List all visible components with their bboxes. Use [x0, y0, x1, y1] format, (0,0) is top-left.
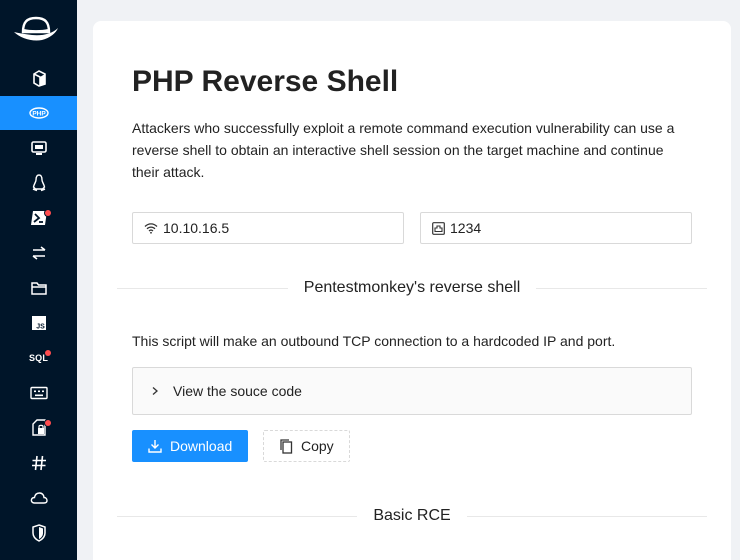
- divider-line-left: [117, 287, 288, 289]
- section-heading: Pentestmonkey's reverse shell: [303, 279, 521, 296]
- ip-input-wrapper[interactable]: [132, 212, 404, 244]
- sidebar: PHP JS SQL: [0, 0, 77, 560]
- sidebar-item-php[interactable]: PHP: [0, 96, 77, 130]
- page-description: Attackers who successfully exploit a rem…: [132, 120, 675, 180]
- sidebar-item-monitor[interactable]: [0, 131, 77, 165]
- file-icon: [32, 70, 46, 87]
- download-button-label: Download: [170, 438, 233, 454]
- ip-input[interactable]: [163, 220, 363, 236]
- wifi-icon: [144, 223, 158, 234]
- shield-icon: [31, 524, 46, 542]
- section-divider-basic-rce: Basic RCE: [117, 505, 708, 527]
- collapse-label: View the souce code: [173, 383, 302, 399]
- section-divider-pentestmonkey: Pentestmonkey's reverse shell: [117, 277, 708, 299]
- download-button[interactable]: Download: [132, 430, 248, 462]
- page-title: PHP Reverse Shell: [132, 65, 399, 98]
- divider-line-right: [466, 515, 708, 517]
- notification-badge: [45, 420, 51, 426]
- view-source-collapse[interactable]: View the souce code: [132, 367, 692, 415]
- sidebar-item-powershell[interactable]: [0, 201, 77, 235]
- cloud-icon: [30, 492, 48, 504]
- port-input[interactable]: [450, 220, 650, 236]
- javascript-icon: JS: [31, 316, 46, 331]
- copy-button-label: Copy: [301, 438, 334, 454]
- sidebar-item-javascript[interactable]: JS: [0, 306, 77, 340]
- sidebar-item-keyboard[interactable]: [0, 376, 77, 410]
- sidebar-item-swap[interactable]: [0, 236, 77, 270]
- script-description: This script will make an outbound TCP co…: [132, 333, 616, 349]
- divider-line-left: [117, 515, 358, 517]
- sidebar-item-cloud[interactable]: [0, 481, 77, 515]
- sidebar-item-shield[interactable]: [0, 516, 77, 550]
- chevron-right-icon: [152, 387, 158, 395]
- folder-icon: [30, 282, 47, 295]
- sidebar-item-file[interactable]: [0, 61, 77, 95]
- port-icon: [432, 221, 445, 235]
- sidebar-item-linux[interactable]: [0, 166, 77, 200]
- copy-icon: [280, 438, 293, 454]
- monitor-icon: [30, 141, 47, 155]
- php-icon-text: PHP: [32, 110, 46, 117]
- sidebar-item-lock-file[interactable]: [0, 411, 77, 445]
- sidebar-item-folder[interactable]: [0, 271, 77, 305]
- copy-button[interactable]: Copy: [263, 430, 350, 462]
- php-icon: PHP: [28, 107, 49, 119]
- port-input-wrapper[interactable]: [420, 212, 692, 244]
- main-card: PHP Reverse Shell Attackers who successf…: [93, 21, 731, 560]
- section-heading: Basic RCE: [373, 507, 451, 524]
- swap-arrows-icon: [32, 246, 45, 260]
- notification-badge: [45, 350, 51, 356]
- js-icon-text: JS: [36, 324, 45, 331]
- divider-line-right: [536, 287, 708, 289]
- keyboard-icon: [29, 386, 48, 400]
- sidebar-item-hashtag[interactable]: [0, 446, 77, 480]
- hashtag-icon: [31, 455, 46, 471]
- linux-icon: [32, 174, 45, 192]
- fedora-hat-logo-icon[interactable]: [12, 16, 60, 46]
- download-icon: [148, 440, 162, 453]
- notification-badge: [45, 210, 51, 216]
- sidebar-item-sql[interactable]: SQL: [0, 341, 77, 375]
